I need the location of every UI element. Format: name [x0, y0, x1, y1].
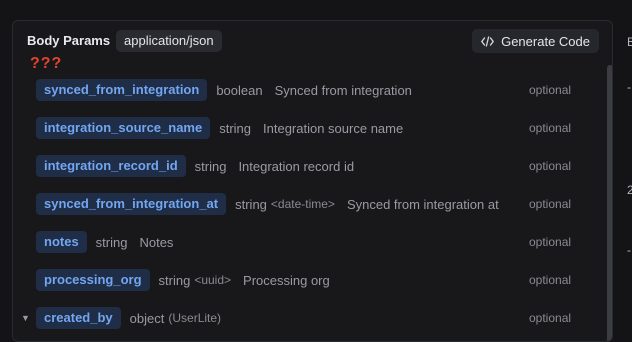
- param-optional-label: optional: [529, 121, 572, 135]
- param-description: Synced from integration: [274, 82, 412, 98]
- param-optional-label: optional: [529, 235, 572, 249]
- param-name[interactable]: synced_from_integration: [36, 79, 208, 101]
- param-row[interactable]: processing_org string <uuid> Processing …: [13, 261, 592, 299]
- panel-title: Body Params: [27, 33, 111, 48]
- param-name[interactable]: created_by: [36, 307, 121, 329]
- param-row[interactable]: integration_source_name string Integrati…: [13, 109, 592, 147]
- param-format: <date-time>: [270, 197, 335, 211]
- adjacent-panel-text: B: [627, 35, 632, 49]
- param-row[interactable]: synced_from_integration boolean Synced f…: [13, 71, 592, 109]
- scrollbar[interactable]: [607, 65, 612, 341]
- param-description: Notes: [139, 234, 174, 250]
- param-format: <uuid>: [194, 273, 232, 287]
- adjacent-panel-text: -: [627, 243, 631, 257]
- param-type: boolean: [216, 82, 263, 98]
- param-optional-label: optional: [529, 197, 572, 211]
- param-optional-label: optional: [529, 83, 572, 97]
- param-type: object: [129, 310, 165, 326]
- param-type: string: [219, 120, 252, 136]
- param-description: Processing org: [243, 272, 330, 288]
- generate-code-button[interactable]: Generate Code: [472, 29, 599, 53]
- panel-header: Body Params application/json Generate Co…: [13, 21, 612, 62]
- param-optional-label: optional: [529, 273, 572, 287]
- adjacent-panel-text: 2: [627, 183, 632, 197]
- param-description: Integration record id: [238, 158, 355, 174]
- code-icon: [481, 35, 494, 47]
- generate-code-label: Generate Code: [501, 33, 590, 49]
- param-description: Synced from integration at: [346, 196, 499, 212]
- content-type-badge[interactable]: application/json: [116, 30, 222, 52]
- param-name[interactable]: processing_org: [36, 269, 150, 291]
- param-row[interactable]: synced_from_integration_at string <date-…: [13, 185, 592, 223]
- param-type: string: [158, 272, 191, 288]
- param-name[interactable]: notes: [36, 231, 87, 253]
- param-optional-label: optional: [529, 311, 572, 325]
- adjacent-panel-text: -: [627, 80, 631, 94]
- param-row-expandable[interactable]: ▼ created_by object (UserLite) optional: [13, 299, 592, 337]
- param-format: (UserLite): [168, 311, 222, 325]
- body-params-panel: Body Params application/json Generate Co…: [12, 20, 613, 342]
- param-row[interactable]: notes string Notes optional: [13, 223, 592, 261]
- expand-caret-icon[interactable]: ▼: [21, 313, 30, 323]
- param-row[interactable]: integration_record_id string Integration…: [13, 147, 592, 185]
- param-name[interactable]: synced_from_integration_at: [36, 193, 227, 215]
- param-description: Integration source name: [263, 120, 404, 136]
- param-type: string: [194, 158, 227, 174]
- param-type: string: [95, 234, 128, 250]
- param-name[interactable]: integration_record_id: [36, 155, 186, 177]
- param-type: string: [235, 196, 267, 212]
- param-optional-label: optional: [529, 159, 572, 173]
- param-name[interactable]: integration_source_name: [36, 117, 211, 139]
